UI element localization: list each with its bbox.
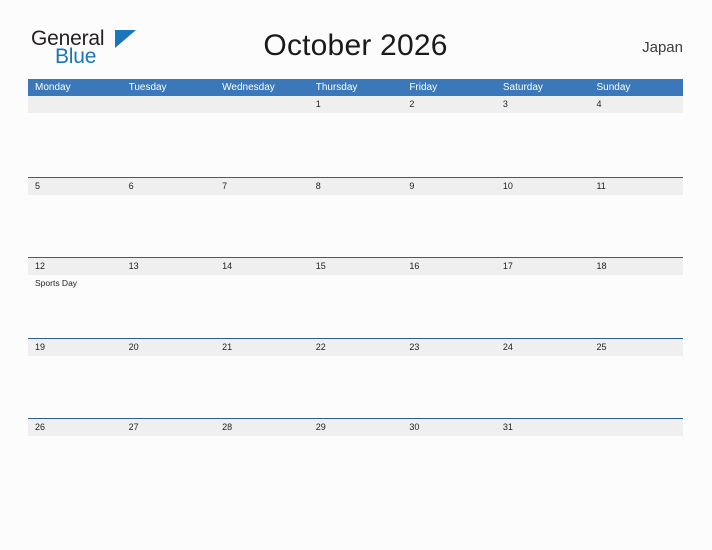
date-number-band: 5 6 7 8 9 10 11	[28, 177, 683, 195]
day-cell-empty	[122, 96, 216, 113]
event-cell	[215, 195, 309, 258]
event-cell	[589, 275, 683, 338]
page-title: October 2026	[263, 29, 448, 62]
day-cell-12[interactable]: 12	[28, 258, 122, 275]
day-cell-19[interactable]: 19	[28, 339, 122, 356]
day-cell-14[interactable]: 14	[215, 258, 309, 275]
day-cell-24[interactable]: 24	[496, 339, 590, 356]
date-number-band: 26 27 28 29 30 31	[28, 419, 683, 436]
date-number-band: 1234	[28, 96, 683, 113]
day-cell-23[interactable]: 23	[402, 339, 496, 356]
day-cell-6[interactable]: 6	[122, 178, 216, 195]
day-header-tuesday: Tuesday	[128, 82, 167, 93]
event-cell	[496, 356, 590, 419]
event-cell	[589, 356, 683, 419]
day-header-friday: Friday	[409, 82, 438, 93]
event-cell	[309, 275, 403, 338]
event-cell	[215, 356, 309, 419]
calendar-weeks: 1 2 3 4 5 6 7 8 9 10 11 12 13 14 15 16 17 18 Sports Day 19 2…	[28, 96, 683, 440]
day-cell-4[interactable]: 4	[589, 96, 683, 113]
event-cell	[589, 113, 683, 176]
day-header-monday: Monday	[35, 82, 71, 93]
day-cell-26[interactable]: 26	[28, 419, 122, 436]
event-band	[28, 356, 683, 419]
event-cell	[402, 356, 496, 419]
event-band: Sports Day	[28, 275, 683, 338]
event-band	[28, 113, 683, 176]
event-cell	[122, 113, 216, 176]
day-cell-13[interactable]: 13	[122, 258, 216, 275]
event-cell	[122, 275, 216, 338]
event-cell	[215, 275, 309, 338]
day-cell-2[interactable]: 2	[402, 96, 496, 113]
day-cell-empty	[28, 96, 122, 113]
day-cell-1[interactable]: 1	[309, 96, 403, 113]
event-cell	[309, 356, 403, 419]
day-header-wednesday: Wednesday	[222, 82, 275, 93]
day-cell-16[interactable]: 16	[402, 258, 496, 275]
calendar-week-row: 1234	[28, 96, 683, 177]
day-header-sunday: Sunday	[596, 82, 631, 93]
day-cell-21[interactable]: 21	[215, 339, 309, 356]
event-cell	[215, 113, 309, 176]
day-of-week-header-row: Monday Tuesday Wednesday Thursday Friday Satu…	[28, 79, 683, 96]
day-header-saturday: Saturday	[502, 82, 543, 93]
day-cell-30[interactable]: 30	[402, 419, 496, 436]
day-cell-25[interactable]: 25	[589, 339, 683, 356]
event-cell	[496, 195, 590, 258]
day-cell-7[interactable]: 7	[215, 178, 309, 195]
day-cell-10[interactable]: 10	[496, 178, 590, 195]
date-number-band: 19 20 21 22 23 24 25	[28, 338, 683, 356]
date-number-band: 12 13 14 15 16 17 18	[28, 258, 683, 275]
day-cell-31[interactable]: 31	[496, 419, 590, 436]
day-cell-empty	[589, 419, 683, 436]
event-cell	[122, 356, 216, 419]
day-cell-9[interactable]: 9	[402, 178, 496, 195]
calendar-week-row: 26 27 28 29 30 31	[28, 418, 683, 440]
day-cell-29[interactable]: 29	[309, 419, 403, 436]
event-cell	[496, 113, 590, 176]
calendar-week-row: 19 20 21 22 23 24 25	[28, 337, 683, 419]
event-band	[28, 195, 683, 258]
day-cell-20[interactable]: 20	[122, 339, 216, 356]
calendar-page: General Blue October 2026 Japan Monday Tu…	[0, 0, 712, 550]
calendar-week-row: 12 13 14 15 16 17 18 Sports Day	[28, 257, 683, 338]
day-header-thursday: Thursday	[315, 82, 358, 93]
day-cell-22[interactable]: 22	[309, 339, 403, 356]
event-cell	[402, 275, 496, 338]
day-cell-17[interactable]: 17	[496, 258, 590, 275]
day-cell-5[interactable]: 5	[28, 178, 122, 195]
event-cell	[402, 113, 496, 176]
day-cell-3[interactable]: 3	[496, 96, 590, 113]
day-cell-18[interactable]: 18	[589, 258, 683, 275]
event-cell	[28, 195, 122, 258]
event-cell	[309, 113, 403, 176]
calendar-table: Monday Tuesday Wednesday Thursday Friday Satu…	[28, 79, 683, 440]
day-cell-empty	[215, 96, 309, 113]
event-cell: Sports Day	[28, 275, 122, 338]
event-cell	[28, 113, 122, 176]
day-cell-15[interactable]: 15	[309, 258, 403, 275]
event-cell	[28, 356, 122, 419]
event-cell	[589, 195, 683, 258]
event-cell	[309, 195, 403, 258]
day-cell-8[interactable]: 8	[309, 178, 403, 195]
country-label: Japan	[642, 39, 683, 56]
event-cell	[496, 275, 590, 338]
event-cell	[402, 195, 496, 258]
event-cell	[122, 195, 216, 258]
holiday-label: Sports Day	[35, 278, 78, 288]
calendar-week-row: 5 6 7 8 9 10 11	[28, 176, 683, 258]
page-header: General Blue October 2026 Japan	[28, 26, 683, 72]
day-cell-11[interactable]: 11	[589, 178, 683, 195]
day-cell-28[interactable]: 28	[215, 419, 309, 436]
day-cell-27[interactable]: 27	[122, 419, 216, 436]
